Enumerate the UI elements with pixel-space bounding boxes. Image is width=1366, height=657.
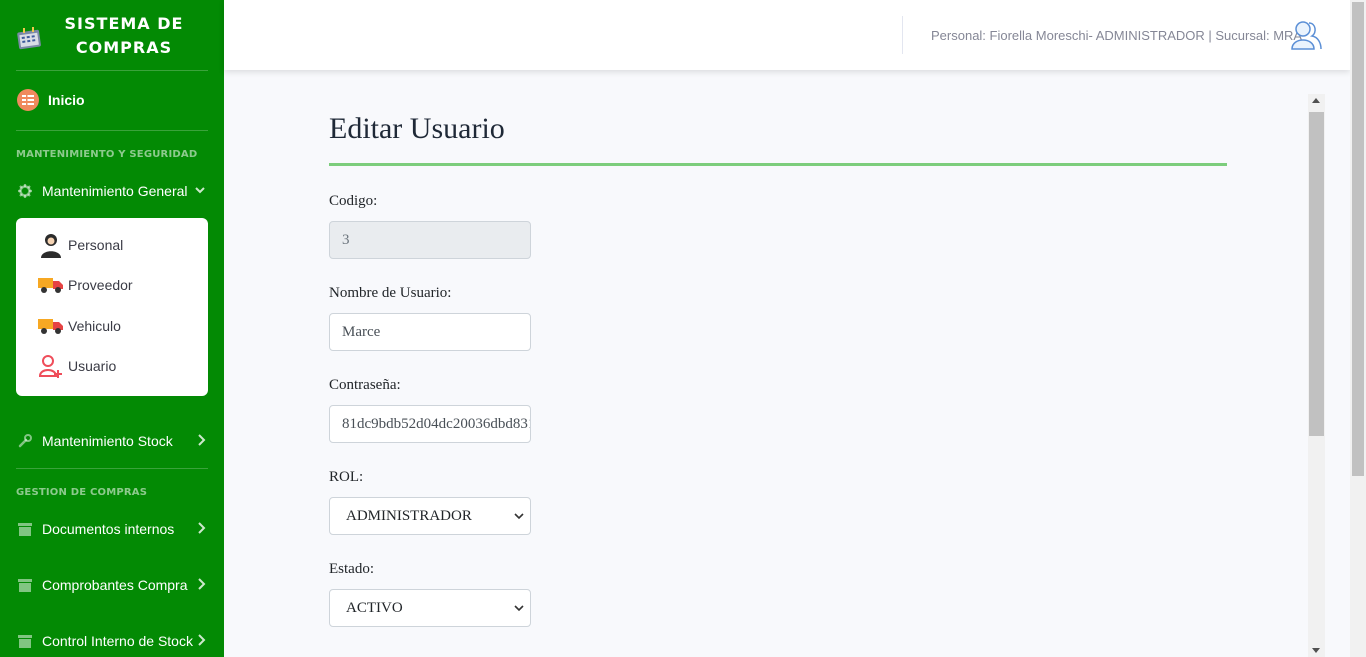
- brand-text: SISTEMA DE COMPRAS: [50, 12, 198, 60]
- sidebar-item-documentos-internos[interactable]: Documentos internos: [16, 517, 208, 541]
- submenu-item-personal[interactable]: Personal: [38, 232, 123, 258]
- sidebar-item-label: Mantenimiento Stock: [42, 433, 173, 449]
- submenu-mantenimiento-general: Personal Proveedor Vehiculo Usuario: [16, 218, 208, 396]
- scroll-down-icon[interactable]: [1312, 648, 1320, 653]
- sidebar-item-inicio[interactable]: Inicio: [16, 88, 208, 112]
- sidebar-item-label: Comprobantes Compra: [42, 577, 188, 593]
- chevron-right-icon: [198, 578, 206, 590]
- sidebar-divider: [16, 468, 208, 469]
- truck-icon: [38, 313, 64, 339]
- truck-icon: [38, 272, 64, 298]
- person-icon: [38, 232, 64, 258]
- chevron-down-icon: [508, 498, 530, 534]
- main-content: Editar Usuario Codigo: 3 Nombre de Usuar…: [224, 70, 1350, 657]
- topbar: Personal: Fiorella Moreschi- ADMINISTRAD…: [224, 0, 1350, 70]
- calendar-logo-icon: [17, 27, 41, 50]
- rol-selected-value: ADMINISTRADOR: [346, 507, 472, 524]
- user-avatar-icon[interactable]: [1290, 19, 1322, 51]
- page-scrollbar[interactable]: [1350, 0, 1366, 657]
- archive-icon: [16, 632, 34, 650]
- wrench-icon: [16, 432, 34, 450]
- chevron-down-icon: [508, 590, 530, 626]
- sidebar-item-mantenimiento-general[interactable]: Mantenimiento General: [16, 179, 208, 203]
- sidebar-heading-gestion: GESTION DE COMPRAS: [16, 487, 148, 498]
- title-divider: [329, 163, 1227, 166]
- sidebar-item-label: Inicio: [48, 92, 85, 108]
- submenu-item-vehiculo[interactable]: Vehiculo: [38, 313, 121, 339]
- submenu-item-usuario[interactable]: Usuario: [38, 353, 116, 379]
- sidebar-heading-mantenimiento: MANTENIMIENTO Y SEGURIDAD: [16, 149, 198, 160]
- nombre-usuario-field[interactable]: Marce: [329, 313, 531, 351]
- chevron-right-icon: [198, 634, 206, 646]
- gear-icon: [16, 182, 34, 200]
- chevron-down-icon: [195, 187, 205, 194]
- page-title: Editar Usuario: [329, 112, 505, 145]
- topbar-divider: [902, 16, 903, 54]
- content-scroll-thumb[interactable]: [1309, 112, 1324, 436]
- submenu-item-proveedor[interactable]: Proveedor: [38, 272, 133, 298]
- sidebar-divider: [16, 130, 208, 131]
- submenu-item-label: Personal: [68, 237, 124, 253]
- sidebar-item-label: Control Interno de Stock: [42, 633, 193, 649]
- sidebar-item-label: Mantenimiento General: [42, 183, 188, 199]
- chevron-right-icon: [198, 434, 206, 446]
- user-add-icon: [38, 353, 64, 379]
- estado-label: Estado:: [329, 561, 374, 577]
- brand-line-1: SISTEMA DE: [64, 14, 184, 33]
- home-icon: [16, 88, 40, 112]
- codigo-field: 3: [329, 221, 531, 259]
- nombre-usuario-label: Nombre de Usuario:: [329, 285, 452, 301]
- sidebar-item-label: Documentos internos: [42, 521, 175, 537]
- estado-selected-value: ACTIVO: [346, 599, 403, 616]
- sidebar-divider: [16, 70, 208, 71]
- page-scroll-thumb[interactable]: [1352, 2, 1364, 476]
- user-info[interactable]: Personal: Fiorella Moreschi- ADMINISTRAD…: [931, 28, 1302, 43]
- content-scrollbar[interactable]: [1308, 94, 1325, 657]
- contrasena-field[interactable]: 81dc9bdb52d04dc20036dbd8313ed055: [329, 405, 531, 443]
- submenu-item-label: Vehiculo: [68, 318, 121, 334]
- archive-icon: [16, 520, 34, 538]
- brand[interactable]: SISTEMA DE COMPRAS: [0, 0, 224, 70]
- sidebar: SISTEMA DE COMPRAS Inicio MANTENIMIENTO …: [0, 0, 224, 657]
- submenu-item-label: Usuario: [68, 358, 117, 374]
- submenu-item-label: Proveedor: [68, 277, 133, 293]
- brand-line-2: COMPRAS: [75, 38, 173, 57]
- sidebar-item-control-interno-stock[interactable]: Control Interno de Stock: [16, 629, 208, 653]
- scroll-up-icon[interactable]: [1312, 98, 1320, 103]
- chevron-right-icon: [198, 522, 206, 534]
- rol-select[interactable]: ADMINISTRADOR: [329, 497, 531, 535]
- sidebar-item-comprobantes-compra[interactable]: Comprobantes Compra: [16, 573, 208, 597]
- sidebar-item-mantenimiento-stock[interactable]: Mantenimiento Stock: [16, 429, 208, 453]
- contrasena-label: Contraseña:: [329, 377, 401, 393]
- estado-select[interactable]: ACTIVO: [329, 589, 531, 627]
- archive-icon: [16, 576, 34, 594]
- rol-label: ROL:: [329, 469, 364, 485]
- codigo-label: Codigo:: [329, 193, 378, 209]
